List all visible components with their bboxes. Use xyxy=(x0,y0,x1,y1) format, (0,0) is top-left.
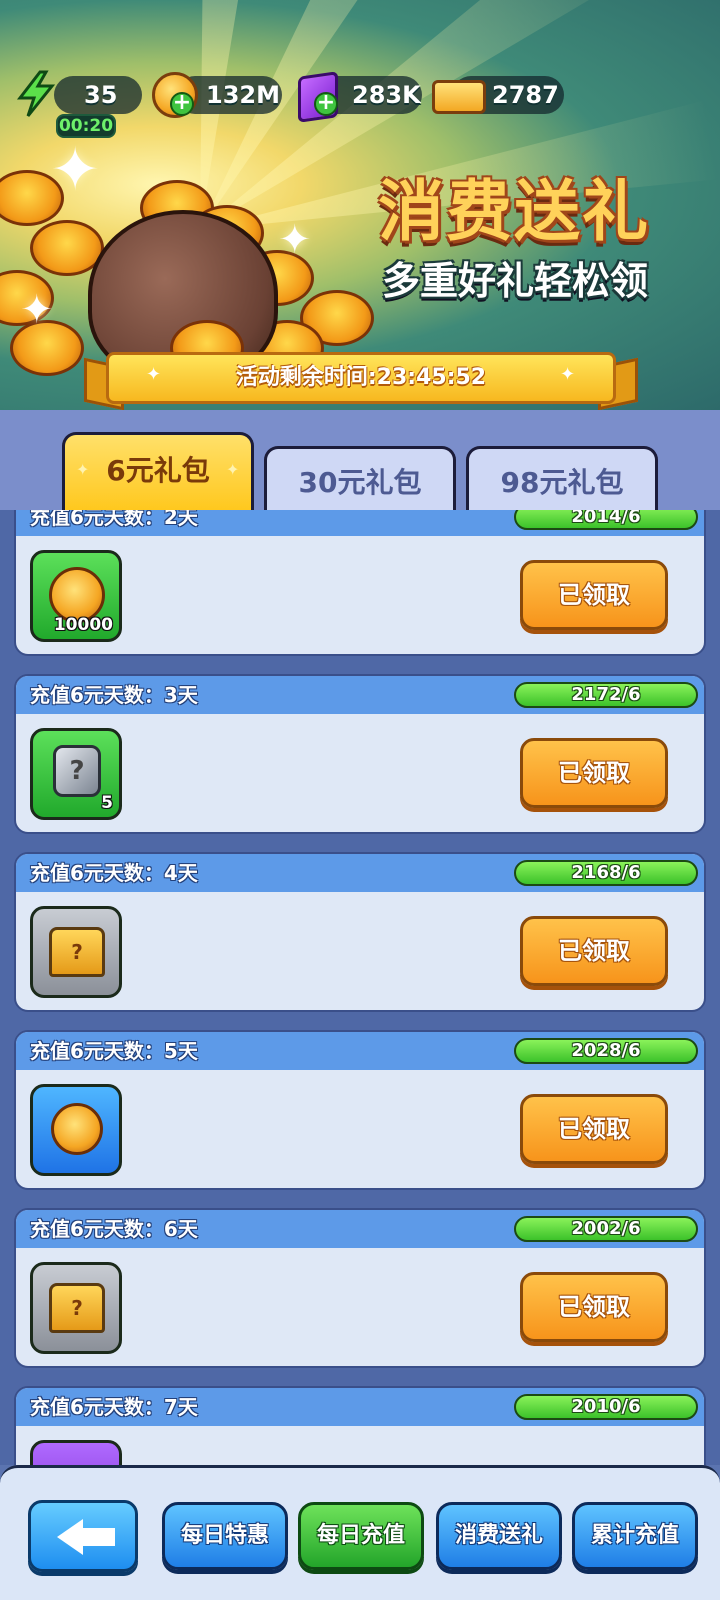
claimed-button[interactable]: 已领取 xyxy=(520,916,668,986)
reward-row-label: 充值6元天数：7天 xyxy=(30,1395,198,1419)
sparkle-icon: ✦ xyxy=(278,217,312,263)
progress-bar: 2010/6 xyxy=(514,1394,698,1420)
back-arrow-icon xyxy=(57,1519,83,1555)
reward-row: 充值6元天数：7天 2010/6 xyxy=(14,1386,706,1465)
event-time-left: 活动剩余时间:23:45:52 xyxy=(235,365,487,390)
coin-value: 132M xyxy=(206,81,280,109)
event-title: 消费送礼 xyxy=(378,173,650,250)
ticket-icon xyxy=(432,80,486,114)
reward-list[interactable]: 充值6元天数：2天 2014/6 10000 已领取 充值6元天数：3天 217… xyxy=(0,510,720,1465)
ticket-value: 2787 xyxy=(492,81,559,109)
progress-bar: 2002/6 xyxy=(514,1216,698,1242)
sparkle-icon: ✦ xyxy=(50,135,101,205)
claimed-button[interactable]: 已领取 xyxy=(520,738,668,808)
reward-row-label: 充值6元天数：2天 xyxy=(30,510,198,529)
reward-item-slot[interactable]: ? xyxy=(30,1262,122,1354)
reward-row: 充值6元天数：4天 2168/6 ? 已领取 xyxy=(14,852,706,1012)
progress-bar: 2168/6 xyxy=(514,860,698,886)
reward-quantity: 5 xyxy=(101,793,113,813)
sparkle-icon: ✦ xyxy=(20,287,54,333)
tab-30-yuan-pack[interactable]: 30元礼包 xyxy=(264,446,456,516)
total-recharge-button[interactable]: 累计充值 xyxy=(572,1502,698,1570)
reward-row: 充值6元天数：3天 2172/6 ? 5 已领取 xyxy=(14,674,706,834)
progress-bar: 2014/6 xyxy=(514,510,698,530)
mystery-cube-icon: ? xyxy=(53,745,101,797)
reward-row: 充值6元天数：2天 2014/6 10000 已领取 xyxy=(14,510,706,656)
reward-item-slot[interactable] xyxy=(30,1084,122,1176)
star-icon: ✦ xyxy=(76,460,90,479)
reward-row-label: 充值6元天数：6天 xyxy=(30,1217,198,1241)
progress-bar: 2028/6 xyxy=(514,1038,698,1064)
reward-row-label: 充值6元天数：5天 xyxy=(30,1039,198,1063)
reward-row: 充值6元天数：5天 2028/6 已领取 xyxy=(14,1030,706,1190)
reward-row-label: 充值6元天数：4天 xyxy=(30,861,198,885)
back-button[interactable] xyxy=(28,1500,138,1572)
star-icon: ✦ xyxy=(226,460,240,479)
gem-value: 283K xyxy=(352,81,421,109)
daily-recharge-button[interactable]: 每日充值 xyxy=(298,1502,424,1570)
energy-icon xyxy=(16,70,56,117)
reward-item-slot[interactable]: 10000 xyxy=(30,550,122,642)
progress-bar: 2172/6 xyxy=(514,682,698,708)
reward-item-slot[interactable] xyxy=(30,1440,122,1465)
tab-98-yuan-pack[interactable]: 98元礼包 xyxy=(466,446,658,516)
add-coins-icon[interactable]: + xyxy=(170,92,194,116)
event-subtitle: 多重好礼轻松领 xyxy=(382,259,649,303)
reward-item-slot[interactable]: ? xyxy=(30,906,122,998)
tab-label: 30元礼包 xyxy=(298,466,422,499)
mystery-chest-icon: ? xyxy=(49,1283,105,1333)
claimed-button[interactable]: 已领取 xyxy=(520,1272,668,1342)
spend-gift-button[interactable]: 消费送礼 xyxy=(436,1502,562,1570)
back-arrow-icon xyxy=(81,1528,115,1546)
reward-row-label: 充值6元天数：3天 xyxy=(30,683,198,707)
daily-deal-button[interactable]: 每日特惠 xyxy=(162,1502,288,1570)
add-gems-icon[interactable]: + xyxy=(314,92,338,116)
claimed-button[interactable]: 已领取 xyxy=(520,560,668,630)
reward-quantity: 10000 xyxy=(53,615,113,635)
energy-value: 35 xyxy=(84,81,118,109)
tab-label: 6元礼包 xyxy=(106,454,210,487)
bottom-nav: 每日特惠 每日充值 消费送礼 累计充值 xyxy=(0,1465,720,1600)
mystery-chest-icon: ? xyxy=(49,927,105,977)
tab-label: 98元礼包 xyxy=(500,466,624,499)
energy-timer: 00:20 xyxy=(56,114,116,138)
event-banner: ✦ ✦ ✦ 35 00:20 132M + 283K + 2787 消费送礼 多… xyxy=(0,0,720,410)
energy-counter: 35 xyxy=(54,76,142,114)
reward-item-slot[interactable]: ? 5 xyxy=(30,728,122,820)
coin-icon xyxy=(51,1103,103,1155)
reward-row: 充值6元天数：6天 2002/6 ? 已领取 xyxy=(14,1208,706,1368)
claimed-button[interactable]: 已领取 xyxy=(520,1094,668,1164)
